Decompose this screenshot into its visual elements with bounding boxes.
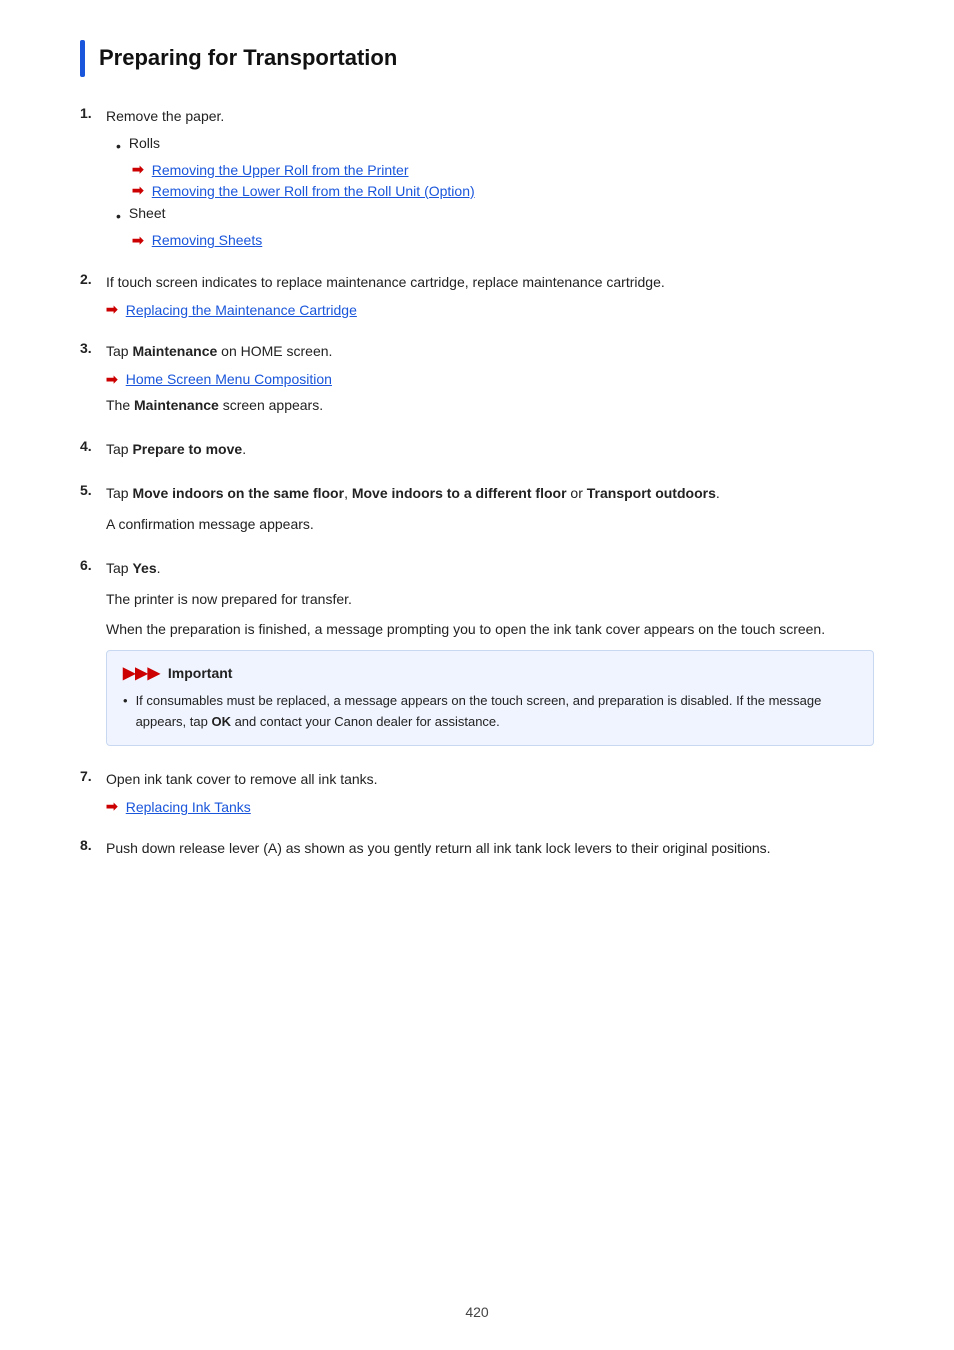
step-6-num: 6. bbox=[80, 557, 106, 573]
step-1-rolls-bullet: • Rolls bbox=[116, 135, 874, 157]
step-3-note: The Maintenance screen appears. bbox=[106, 394, 874, 416]
page-title-block: Preparing for Transportation bbox=[80, 40, 874, 77]
important-item-1: • If consumables must be replaced, a mes… bbox=[123, 691, 857, 733]
step-1-text: Remove the paper. bbox=[106, 105, 224, 127]
step-1-sheet-bullet: • Sheet bbox=[116, 205, 874, 227]
step-2: 2. If touch screen indicates to replace … bbox=[80, 271, 874, 318]
important-text-1: If consumables must be replaced, a messa… bbox=[136, 691, 857, 733]
step-7-num: 7. bbox=[80, 768, 106, 784]
link-removing-sheets[interactable]: Removing Sheets bbox=[152, 232, 263, 248]
step-8: 8. Push down release lever (A) as shown … bbox=[80, 837, 874, 859]
step-4-text: Tap Prepare to move. bbox=[106, 438, 246, 460]
sheet-sub-links: ➡ Removing Sheets bbox=[132, 232, 874, 249]
important-bullet: • bbox=[123, 691, 128, 712]
step-8-num: 8. bbox=[80, 837, 106, 853]
page-title: Preparing for Transportation bbox=[99, 40, 397, 77]
step-1-header: 1. Remove the paper. bbox=[80, 105, 874, 127]
step-7-header: 7. Open ink tank cover to remove all ink… bbox=[80, 768, 874, 790]
step-1-content: • Rolls ➡ Removing the Upper Roll from t… bbox=[106, 135, 874, 249]
step-2-content: ➡ Replacing the Maintenance Cartridge bbox=[106, 301, 874, 318]
step-5-text: Tap Move indoors on the same floor, Move… bbox=[106, 482, 720, 504]
important-arrows-icon: ▶▶▶ bbox=[123, 663, 160, 683]
step-6-header: 6. Tap Yes. bbox=[80, 557, 874, 579]
link-maintenance-cartridge[interactable]: Replacing the Maintenance Cartridge bbox=[126, 302, 357, 318]
step-1-num: 1. bbox=[80, 105, 106, 121]
step-5-num: 5. bbox=[80, 482, 106, 498]
step-7-content: ➡ Replacing Ink Tanks bbox=[106, 798, 874, 815]
arrow-icon: ➡ bbox=[106, 798, 118, 815]
arrow-link-upper-roll: ➡ Removing the Upper Roll from the Print… bbox=[132, 161, 874, 178]
important-label: Important bbox=[168, 665, 233, 681]
steps-container: 1. Remove the paper. • Rolls ➡ Removing … bbox=[80, 105, 874, 860]
sheet-label: Sheet bbox=[129, 205, 166, 221]
step-4-header: 4. Tap Prepare to move. bbox=[80, 438, 874, 460]
bullet-dot: • bbox=[116, 135, 121, 157]
step-1-sheet-group: • Sheet ➡ Removing Sheets bbox=[116, 205, 874, 248]
link-replacing-ink-tanks[interactable]: Replacing Ink Tanks bbox=[126, 799, 251, 815]
page-number: 420 bbox=[0, 1304, 954, 1320]
step-3-num: 3. bbox=[80, 340, 106, 356]
step-5-content: A confirmation message appears. bbox=[106, 513, 874, 535]
step-2-text: If touch screen indicates to replace mai… bbox=[106, 271, 665, 293]
step-4-num: 4. bbox=[80, 438, 106, 454]
step-6-content: The printer is now prepared for transfer… bbox=[106, 588, 874, 746]
rolls-sub-links: ➡ Removing the Upper Roll from the Print… bbox=[132, 161, 874, 199]
step-4: 4. Tap Prepare to move. bbox=[80, 438, 874, 460]
rolls-label: Rolls bbox=[129, 135, 160, 151]
step-3-header: 3. Tap Maintenance on HOME screen. bbox=[80, 340, 874, 362]
step-6-note-1: The printer is now prepared for transfer… bbox=[106, 588, 874, 610]
arrow-icon: ➡ bbox=[106, 301, 118, 318]
link-upper-roll[interactable]: Removing the Upper Roll from the Printer bbox=[152, 162, 409, 178]
step-6: 6. Tap Yes. The printer is now prepared … bbox=[80, 557, 874, 746]
step-6-note-2: When the preparation is finished, a mess… bbox=[106, 618, 874, 640]
step-3: 3. Tap Maintenance on HOME screen. ➡ Hom… bbox=[80, 340, 874, 416]
bullet-dot: • bbox=[116, 205, 121, 227]
arrow-link-lower-roll: ➡ Removing the Lower Roll from the Roll … bbox=[132, 182, 874, 199]
step-6-text: Tap Yes. bbox=[106, 557, 161, 579]
step-3-content: ➡ Home Screen Menu Composition The Maint… bbox=[106, 371, 874, 416]
step-1-rolls-group: • Rolls ➡ Removing the Upper Roll from t… bbox=[116, 135, 874, 199]
step-1: 1. Remove the paper. • Rolls ➡ Removing … bbox=[80, 105, 874, 249]
step-8-header: 8. Push down release lever (A) as shown … bbox=[80, 837, 874, 859]
step-5-header: 5. Tap Move indoors on the same floor, M… bbox=[80, 482, 874, 504]
arrow-link-home-screen: ➡ Home Screen Menu Composition bbox=[106, 371, 874, 388]
step-7: 7. Open ink tank cover to remove all ink… bbox=[80, 768, 874, 815]
step-2-num: 2. bbox=[80, 271, 106, 287]
arrow-link-replacing-ink: ➡ Replacing Ink Tanks bbox=[106, 798, 874, 815]
arrow-icon: ➡ bbox=[106, 371, 118, 388]
step-2-header: 2. If touch screen indicates to replace … bbox=[80, 271, 874, 293]
page-container: Preparing for Transportation 1. Remove t… bbox=[0, 0, 954, 1350]
important-header: ▶▶▶ Important bbox=[123, 663, 857, 683]
arrow-link-maintenance-cartridge: ➡ Replacing the Maintenance Cartridge bbox=[106, 301, 874, 318]
blue-accent-bar bbox=[80, 40, 85, 77]
step-5-note: A confirmation message appears. bbox=[106, 513, 874, 535]
step-7-text: Open ink tank cover to remove all ink ta… bbox=[106, 768, 378, 790]
step-8-text: Push down release lever (A) as shown as … bbox=[106, 837, 771, 859]
step-5: 5. Tap Move indoors on the same floor, M… bbox=[80, 482, 874, 535]
arrow-icon: ➡ bbox=[132, 161, 144, 178]
arrow-icon: ➡ bbox=[132, 182, 144, 199]
arrow-link-removing-sheets: ➡ Removing Sheets bbox=[132, 232, 874, 249]
arrow-icon: ➡ bbox=[132, 232, 144, 249]
link-lower-roll[interactable]: Removing the Lower Roll from the Roll Un… bbox=[152, 183, 475, 199]
important-box: ▶▶▶ Important • If consumables must be r… bbox=[106, 650, 874, 746]
link-home-screen-composition[interactable]: Home Screen Menu Composition bbox=[126, 371, 332, 387]
step-3-text: Tap Maintenance on HOME screen. bbox=[106, 340, 332, 362]
